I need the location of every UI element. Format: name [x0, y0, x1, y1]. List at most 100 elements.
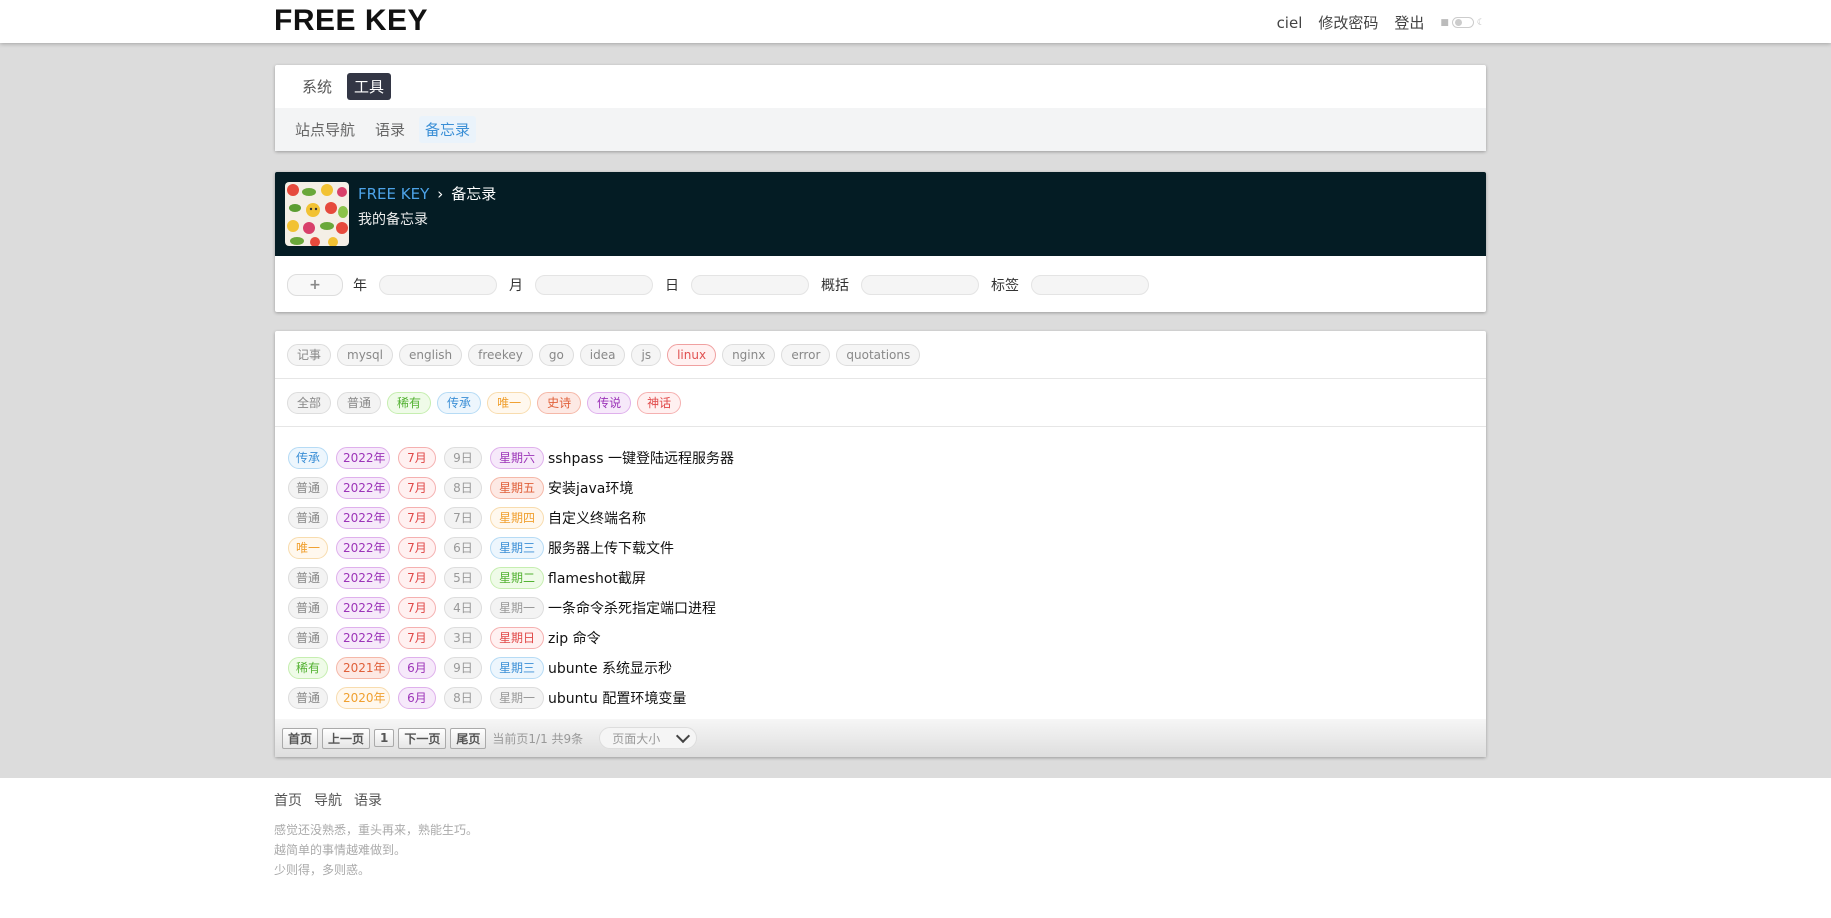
- weekday-badge: 星期一: [490, 687, 544, 709]
- tag-chip[interactable]: mysql: [337, 343, 394, 366]
- level-unique-chip[interactable]: 唯一: [487, 391, 532, 414]
- list-item: 普通 2022年 7月 3日 星期日 zip 命令: [288, 623, 734, 653]
- memo-title-link[interactable]: ubunte 系统显示秒: [548, 658, 672, 678]
- memo-title-link[interactable]: 一条命令杀死指定端口进程: [548, 598, 716, 618]
- last-page-button[interactable]: 尾页: [450, 727, 487, 749]
- month-badge: 7月: [398, 477, 436, 499]
- tag-label: 标签: [991, 278, 1019, 294]
- footer-quotes: 感觉还没熟悉，重头再来，熟能生巧。 越简单的事情越难做到。 少则得，多则惑。: [274, 820, 478, 880]
- level-filter-row: 全部 普通 稀有 传承 唯一 史诗 传说 神话: [275, 379, 1486, 427]
- page-size-select[interactable]: 页面大小: [599, 727, 698, 749]
- tag-chip[interactable]: error: [781, 343, 831, 366]
- list-item: 普通 2022年 7月 7日 星期四 自定义终端名称: [288, 503, 734, 533]
- day-badge: 9日: [444, 657, 482, 679]
- month-input[interactable]: [535, 275, 653, 295]
- tag-chip-selected[interactable]: linux: [667, 343, 717, 366]
- month-label: 月: [509, 278, 523, 294]
- site-logo[interactable]: FREE KEY: [274, 4, 428, 38]
- level-badge: 普通: [288, 597, 328, 619]
- level-badge: 稀有: [288, 657, 328, 679]
- memo-title-link[interactable]: zip 命令: [548, 628, 601, 648]
- top-nav: ciel 修改密码 登出 ■ ☾: [1277, 12, 1485, 33]
- tag-chip[interactable]: english: [399, 343, 463, 366]
- tag-chip[interactable]: idea: [579, 343, 626, 366]
- tag-chip[interactable]: nginx: [722, 343, 776, 366]
- weekday-badge: 星期二: [490, 567, 544, 589]
- nav-card: 系统 工具 站点导航 语录 备忘录: [275, 65, 1486, 151]
- footer-link-quotes[interactable]: 语录: [354, 790, 382, 810]
- chevron-down-icon: [676, 728, 691, 744]
- level-rare-chip[interactable]: 稀有: [387, 391, 432, 414]
- page-number-button[interactable]: 1: [374, 729, 395, 747]
- level-all-chip[interactable]: 全部: [287, 391, 332, 414]
- tag-filter-row: 记事 mysql english freekey go idea js linu…: [275, 331, 1486, 379]
- day-badge: 9日: [444, 447, 482, 469]
- memo-title-link[interactable]: 服务器上传下载文件: [548, 538, 674, 558]
- memo-title-link[interactable]: 安装java环境: [548, 478, 633, 498]
- level-inherit-chip[interactable]: 传承: [437, 391, 482, 414]
- day-input[interactable]: [691, 275, 809, 295]
- tab-tools[interactable]: 工具: [347, 73, 392, 100]
- tag-chip[interactable]: 记事: [287, 343, 332, 366]
- day-label: 日: [665, 278, 679, 294]
- year-badge: 2020年: [336, 687, 390, 709]
- footer-quote: 少则得，多则惑。: [274, 863, 371, 877]
- year-label: 年: [353, 278, 367, 294]
- add-memo-button[interactable]: +: [287, 274, 343, 296]
- change-password-link[interactable]: 修改密码: [1318, 12, 1378, 33]
- breadcrumb-home-link[interactable]: FREE KEY: [358, 185, 429, 203]
- year-input[interactable]: [379, 275, 497, 295]
- year-badge: 2022年: [336, 597, 390, 619]
- memo-title-link[interactable]: ubuntu 配置环境变量: [548, 688, 686, 708]
- memo-title-link[interactable]: 自定义终端名称: [548, 508, 646, 528]
- month-badge: 6月: [398, 657, 436, 679]
- memo-list-card: 记事 mysql english freekey go idea js linu…: [275, 331, 1486, 757]
- tag-chip[interactable]: go: [538, 343, 574, 366]
- weekday-badge: 星期三: [490, 657, 544, 679]
- next-page-button[interactable]: 下一页: [398, 727, 447, 749]
- year-badge: 2022年: [336, 477, 390, 499]
- tag-chip[interactable]: quotations: [836, 343, 921, 366]
- day-badge: 5日: [444, 567, 482, 589]
- level-badge: 普通: [288, 507, 328, 529]
- header-card: FREE KEY › 备忘录 我的备忘录 + 年 月 日 概括 标签: [275, 172, 1486, 312]
- sub-nav-site-nav[interactable]: 站点导航: [295, 116, 361, 143]
- memo-title-link[interactable]: flameshot截屏: [548, 568, 646, 588]
- breadcrumb-current: 备忘录: [451, 185, 497, 203]
- level-epic-chip[interactable]: 史诗: [537, 391, 582, 414]
- theme-toggle[interactable]: ■ ☾: [1440, 17, 1485, 28]
- summary-label: 概括: [821, 278, 849, 294]
- sub-nav: 站点导航 语录 备忘录: [275, 108, 1486, 151]
- sun-icon: ■: [1440, 17, 1449, 28]
- level-badge: 普通: [288, 567, 328, 589]
- summary-input[interactable]: [861, 275, 979, 295]
- pagination: 首页 上一页 1 下一页 尾页 当前页1/1 共9条 页面大小: [275, 719, 1486, 757]
- footer-link-home[interactable]: 首页: [274, 790, 302, 810]
- year-badge: 2021年: [336, 657, 390, 679]
- tag-input[interactable]: [1031, 275, 1149, 295]
- top-bar: FREE KEY ciel 修改密码 登出 ■ ☾: [0, 0, 1831, 43]
- memo-list: 传承 2022年 7月 9日 星期六 sshpass 一键登陆远程服务器 普通 …: [288, 443, 734, 713]
- filter-bar: + 年 月 日 概括 标签: [287, 274, 1151, 296]
- tag-chip[interactable]: freekey: [468, 343, 533, 366]
- prev-page-button[interactable]: 上一页: [322, 727, 371, 749]
- tag-chip[interactable]: js: [631, 343, 662, 366]
- memo-title-link[interactable]: sshpass 一键登陆远程服务器: [548, 448, 734, 468]
- month-badge: 7月: [398, 627, 436, 649]
- sub-nav-quotes[interactable]: 语录: [369, 116, 411, 143]
- logout-link[interactable]: 登出: [1394, 12, 1424, 33]
- footer-link-nav[interactable]: 导航: [314, 790, 342, 810]
- day-badge: 4日: [444, 597, 482, 619]
- level-legend-chip[interactable]: 传说: [587, 391, 632, 414]
- day-badge: 7日: [444, 507, 482, 529]
- level-badge: 传承: [288, 447, 328, 469]
- day-badge: 6日: [444, 537, 482, 559]
- level-myth-chip[interactable]: 神话: [637, 391, 682, 414]
- tab-system[interactable]: 系统: [295, 73, 339, 100]
- level-normal-chip[interactable]: 普通: [337, 391, 382, 414]
- first-page-button[interactable]: 首页: [282, 727, 319, 749]
- sub-nav-memo[interactable]: 备忘录: [419, 116, 477, 143]
- day-badge: 8日: [444, 687, 482, 709]
- month-badge: 7月: [398, 507, 436, 529]
- username-link[interactable]: ciel: [1277, 14, 1303, 32]
